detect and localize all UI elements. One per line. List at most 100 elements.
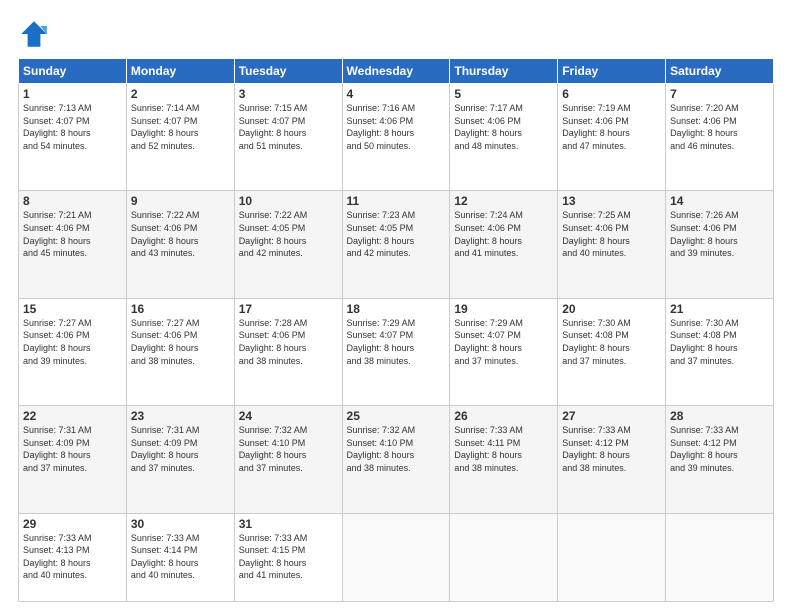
day-number: 10 [239, 194, 338, 208]
calendar-cell: 25Sunrise: 7:32 AMSunset: 4:10 PMDayligh… [342, 406, 450, 513]
calendar-cell: 19Sunrise: 7:29 AMSunset: 4:07 PMDayligh… [450, 298, 558, 405]
day-number: 13 [562, 194, 661, 208]
calendar-cell: 8Sunrise: 7:21 AMSunset: 4:06 PMDaylight… [19, 191, 127, 298]
header-row: SundayMondayTuesdayWednesdayThursdayFrid… [19, 59, 774, 84]
page: SundayMondayTuesdayWednesdayThursdayFrid… [0, 0, 792, 612]
calendar-cell: 9Sunrise: 7:22 AMSunset: 4:06 PMDaylight… [126, 191, 234, 298]
day-number: 3 [239, 87, 338, 101]
calendar-week-4: 22Sunrise: 7:31 AMSunset: 4:09 PMDayligh… [19, 406, 774, 513]
calendar-cell: 30Sunrise: 7:33 AMSunset: 4:14 PMDayligh… [126, 513, 234, 601]
day-number: 12 [454, 194, 553, 208]
calendar-week-5: 29Sunrise: 7:33 AMSunset: 4:13 PMDayligh… [19, 513, 774, 601]
weekday-header-friday: Friday [558, 59, 666, 84]
calendar-cell: 20Sunrise: 7:30 AMSunset: 4:08 PMDayligh… [558, 298, 666, 405]
day-info: Sunrise: 7:19 AMSunset: 4:06 PMDaylight:… [562, 102, 661, 152]
day-info: Sunrise: 7:24 AMSunset: 4:06 PMDaylight:… [454, 209, 553, 259]
day-info: Sunrise: 7:25 AMSunset: 4:06 PMDaylight:… [562, 209, 661, 259]
day-info: Sunrise: 7:28 AMSunset: 4:06 PMDaylight:… [239, 317, 338, 367]
day-number: 26 [454, 409, 553, 423]
weekday-header-saturday: Saturday [666, 59, 774, 84]
day-info: Sunrise: 7:23 AMSunset: 4:05 PMDaylight:… [347, 209, 446, 259]
calendar-week-2: 8Sunrise: 7:21 AMSunset: 4:06 PMDaylight… [19, 191, 774, 298]
day-number: 1 [23, 87, 122, 101]
day-number: 28 [670, 409, 769, 423]
calendar-cell: 27Sunrise: 7:33 AMSunset: 4:12 PMDayligh… [558, 406, 666, 513]
day-number: 6 [562, 87, 661, 101]
weekday-header-wednesday: Wednesday [342, 59, 450, 84]
weekday-header-monday: Monday [126, 59, 234, 84]
day-info: Sunrise: 7:29 AMSunset: 4:07 PMDaylight:… [347, 317, 446, 367]
weekday-header-sunday: Sunday [19, 59, 127, 84]
day-info: Sunrise: 7:22 AMSunset: 4:05 PMDaylight:… [239, 209, 338, 259]
day-number: 4 [347, 87, 446, 101]
day-info: Sunrise: 7:27 AMSunset: 4:06 PMDaylight:… [23, 317, 122, 367]
day-info: Sunrise: 7:20 AMSunset: 4:06 PMDaylight:… [670, 102, 769, 152]
day-number: 19 [454, 302, 553, 316]
calendar-week-3: 15Sunrise: 7:27 AMSunset: 4:06 PMDayligh… [19, 298, 774, 405]
day-number: 7 [670, 87, 769, 101]
day-info: Sunrise: 7:33 AMSunset: 4:13 PMDaylight:… [23, 532, 122, 582]
day-number: 21 [670, 302, 769, 316]
day-number: 27 [562, 409, 661, 423]
calendar-cell: 24Sunrise: 7:32 AMSunset: 4:10 PMDayligh… [234, 406, 342, 513]
calendar-cell: 21Sunrise: 7:30 AMSunset: 4:08 PMDayligh… [666, 298, 774, 405]
day-info: Sunrise: 7:30 AMSunset: 4:08 PMDaylight:… [670, 317, 769, 367]
weekday-header-tuesday: Tuesday [234, 59, 342, 84]
day-info: Sunrise: 7:33 AMSunset: 4:12 PMDaylight:… [670, 424, 769, 474]
day-number: 20 [562, 302, 661, 316]
day-info: Sunrise: 7:26 AMSunset: 4:06 PMDaylight:… [670, 209, 769, 259]
calendar-cell: 28Sunrise: 7:33 AMSunset: 4:12 PMDayligh… [666, 406, 774, 513]
calendar-cell: 10Sunrise: 7:22 AMSunset: 4:05 PMDayligh… [234, 191, 342, 298]
calendar-cell: 29Sunrise: 7:33 AMSunset: 4:13 PMDayligh… [19, 513, 127, 601]
day-number: 2 [131, 87, 230, 101]
calendar-cell [558, 513, 666, 601]
day-number: 24 [239, 409, 338, 423]
day-number: 31 [239, 517, 338, 531]
day-info: Sunrise: 7:33 AMSunset: 4:14 PMDaylight:… [131, 532, 230, 582]
day-info: Sunrise: 7:15 AMSunset: 4:07 PMDaylight:… [239, 102, 338, 152]
day-info: Sunrise: 7:33 AMSunset: 4:11 PMDaylight:… [454, 424, 553, 474]
day-info: Sunrise: 7:21 AMSunset: 4:06 PMDaylight:… [23, 209, 122, 259]
day-info: Sunrise: 7:32 AMSunset: 4:10 PMDaylight:… [239, 424, 338, 474]
logo [18, 18, 56, 50]
day-number: 11 [347, 194, 446, 208]
calendar-cell: 5Sunrise: 7:17 AMSunset: 4:06 PMDaylight… [450, 84, 558, 191]
calendar-cell: 23Sunrise: 7:31 AMSunset: 4:09 PMDayligh… [126, 406, 234, 513]
calendar-cell [342, 513, 450, 601]
calendar-cell: 3Sunrise: 7:15 AMSunset: 4:07 PMDaylight… [234, 84, 342, 191]
weekday-header-thursday: Thursday [450, 59, 558, 84]
calendar-cell: 18Sunrise: 7:29 AMSunset: 4:07 PMDayligh… [342, 298, 450, 405]
day-info: Sunrise: 7:29 AMSunset: 4:07 PMDaylight:… [454, 317, 553, 367]
day-number: 15 [23, 302, 122, 316]
calendar-cell: 31Sunrise: 7:33 AMSunset: 4:15 PMDayligh… [234, 513, 342, 601]
day-number: 17 [239, 302, 338, 316]
day-info: Sunrise: 7:16 AMSunset: 4:06 PMDaylight:… [347, 102, 446, 152]
day-number: 8 [23, 194, 122, 208]
calendar-cell: 17Sunrise: 7:28 AMSunset: 4:06 PMDayligh… [234, 298, 342, 405]
calendar-cell: 16Sunrise: 7:27 AMSunset: 4:06 PMDayligh… [126, 298, 234, 405]
calendar: SundayMondayTuesdayWednesdayThursdayFrid… [18, 58, 774, 602]
calendar-cell: 7Sunrise: 7:20 AMSunset: 4:06 PMDaylight… [666, 84, 774, 191]
day-number: 22 [23, 409, 122, 423]
calendar-cell: 6Sunrise: 7:19 AMSunset: 4:06 PMDaylight… [558, 84, 666, 191]
calendar-cell: 12Sunrise: 7:24 AMSunset: 4:06 PMDayligh… [450, 191, 558, 298]
calendar-cell: 13Sunrise: 7:25 AMSunset: 4:06 PMDayligh… [558, 191, 666, 298]
calendar-cell: 14Sunrise: 7:26 AMSunset: 4:06 PMDayligh… [666, 191, 774, 298]
calendar-cell: 26Sunrise: 7:33 AMSunset: 4:11 PMDayligh… [450, 406, 558, 513]
logo-icon [18, 18, 50, 50]
calendar-week-1: 1Sunrise: 7:13 AMSunset: 4:07 PMDaylight… [19, 84, 774, 191]
day-info: Sunrise: 7:31 AMSunset: 4:09 PMDaylight:… [23, 424, 122, 474]
day-info: Sunrise: 7:31 AMSunset: 4:09 PMDaylight:… [131, 424, 230, 474]
day-info: Sunrise: 7:17 AMSunset: 4:06 PMDaylight:… [454, 102, 553, 152]
day-number: 25 [347, 409, 446, 423]
calendar-cell [450, 513, 558, 601]
calendar-cell: 15Sunrise: 7:27 AMSunset: 4:06 PMDayligh… [19, 298, 127, 405]
calendar-cell: 11Sunrise: 7:23 AMSunset: 4:05 PMDayligh… [342, 191, 450, 298]
top-section [18, 18, 774, 50]
day-info: Sunrise: 7:33 AMSunset: 4:12 PMDaylight:… [562, 424, 661, 474]
day-number: 23 [131, 409, 230, 423]
day-info: Sunrise: 7:13 AMSunset: 4:07 PMDaylight:… [23, 102, 122, 152]
calendar-cell: 2Sunrise: 7:14 AMSunset: 4:07 PMDaylight… [126, 84, 234, 191]
day-number: 9 [131, 194, 230, 208]
calendar-cell: 22Sunrise: 7:31 AMSunset: 4:09 PMDayligh… [19, 406, 127, 513]
